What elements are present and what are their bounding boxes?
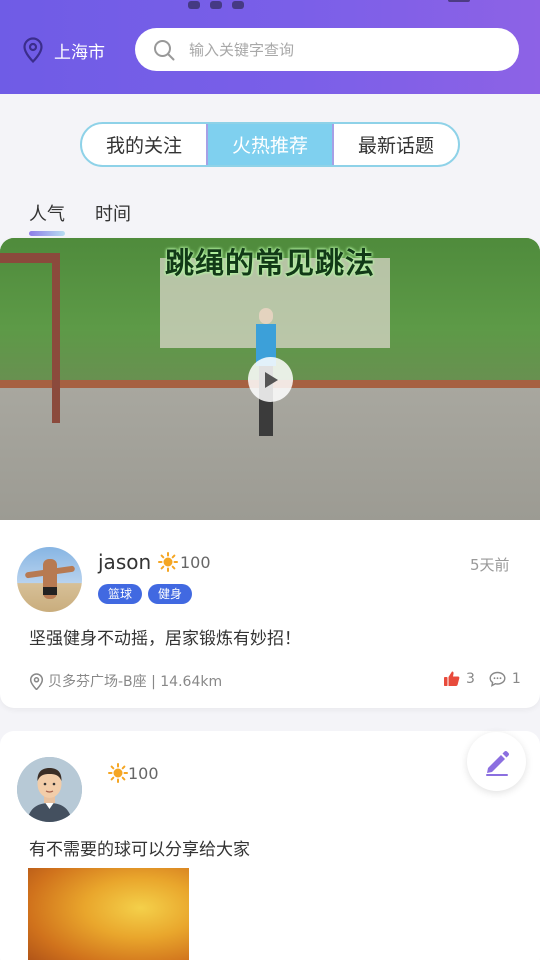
video-caption: 跳绳的常见跳法 — [164, 246, 375, 280]
search-icon — [154, 39, 175, 60]
tag-badge[interactable]: 健身 — [148, 584, 193, 604]
status-bar-battery — [448, 0, 470, 2]
city-label: 上海市 — [54, 42, 105, 63]
sun-score-value: 100 — [128, 763, 159, 783]
tag-badge[interactable]: 篮球 — [98, 584, 143, 604]
avatar-illustration — [17, 757, 82, 822]
play-button[interactable] — [248, 357, 293, 402]
sun-score: 100 — [158, 552, 211, 572]
location-pin-icon — [23, 37, 43, 63]
sun-icon — [108, 763, 128, 783]
search-input[interactable] — [189, 40, 489, 59]
new-post-button[interactable] — [467, 732, 526, 791]
location-text: 贝多芬广场-B座 | 14.64km — [48, 674, 223, 690]
sun-score-value: 100 — [180, 552, 211, 572]
tab-hot-recommend[interactable]: 火热推荐 — [208, 124, 334, 165]
post-location[interactable]: 贝多芬广场-B座 | 14.64km — [29, 671, 222, 691]
location-pin-icon — [29, 672, 44, 690]
like-count: 3 — [466, 670, 475, 687]
post-content: 坚强健身不动摇，居家锻炼有妙招！ — [29, 629, 301, 649]
sort-tabs: 人气 时间 — [29, 200, 161, 236]
post-card[interactable]: 跳绳的常见跳法 jason 100 5天前 篮球 健身 坚强健身不动摇，居家锻炼… — [0, 238, 540, 708]
post-card[interactable]: 100 有不需要的球可以分享给大家 — [0, 731, 540, 960]
header-bar: 上海市 — [0, 0, 540, 94]
play-icon — [264, 371, 278, 388]
post-image[interactable] — [28, 868, 189, 960]
city-selector[interactable]: 上海市 — [22, 36, 105, 64]
username[interactable]: jason — [98, 550, 151, 574]
sort-tab-time[interactable]: 时间 — [95, 200, 131, 226]
feed-segment-control: 我的关注 火热推荐 最新话题 — [80, 122, 460, 167]
sort-tab-popularity[interactable]: 人气 — [29, 200, 65, 236]
status-bar-icons — [188, 0, 298, 9]
post-video[interactable]: 跳绳的常见跳法 — [0, 238, 540, 520]
search-box[interactable] — [135, 28, 519, 71]
comment-count: 1 — [511, 670, 521, 687]
post-time: 5天前 — [470, 556, 510, 574]
post-content: 有不需要的球可以分享给大家 — [29, 840, 250, 860]
thumbs-up-icon[interactable] — [443, 670, 460, 687]
tab-latest-topics[interactable]: 最新话题 — [334, 124, 458, 165]
pencil-icon — [485, 750, 509, 776]
avatar[interactable] — [17, 757, 82, 822]
avatar[interactable] — [17, 547, 82, 612]
comment-icon[interactable] — [489, 671, 506, 687]
sun-score: 100 — [108, 763, 159, 783]
tag-list: 篮球 健身 — [98, 584, 198, 604]
post-actions: 3 1 — [443, 670, 535, 687]
sun-icon — [158, 552, 178, 572]
tab-my-follow[interactable]: 我的关注 — [82, 124, 208, 165]
